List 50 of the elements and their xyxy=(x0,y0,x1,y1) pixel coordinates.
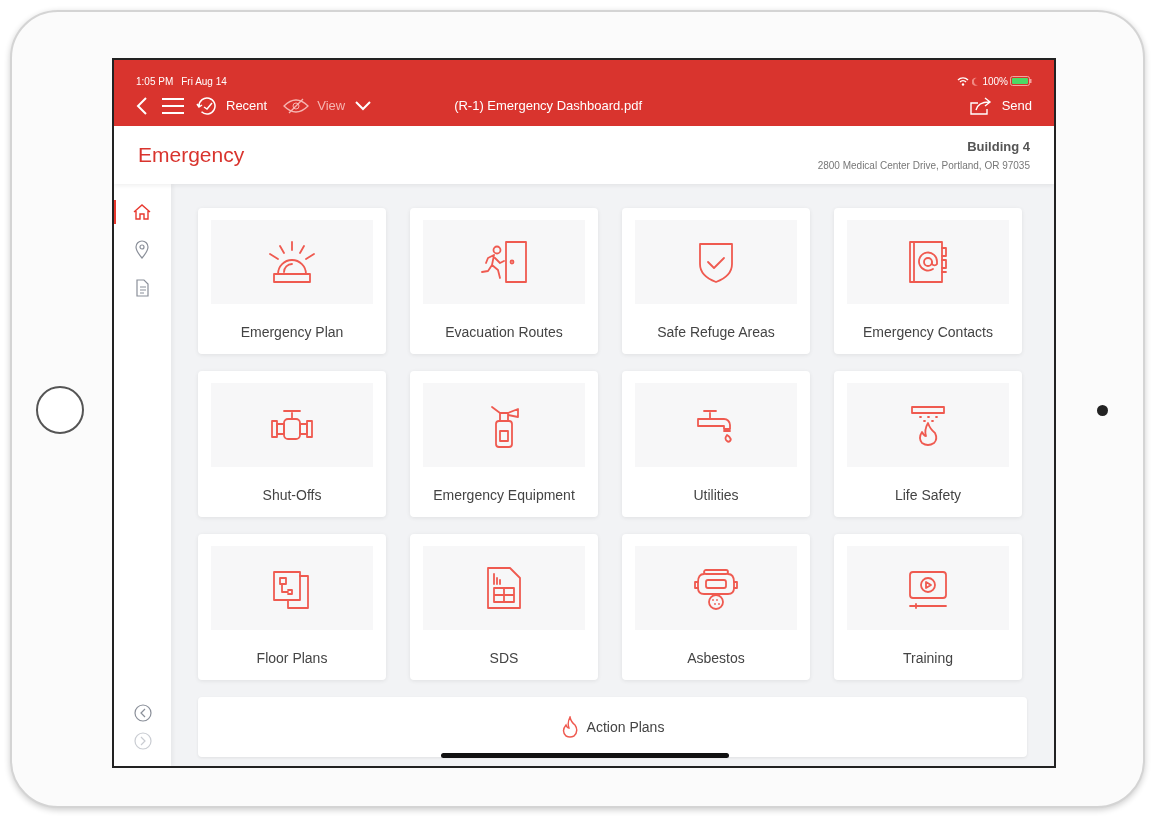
building-address: 2800 Medical Center Drive, Portland, OR 97035 xyxy=(817,159,1030,174)
tile-label: Utilities xyxy=(693,486,739,505)
back-icon[interactable] xyxy=(136,97,148,115)
tile-label: SDS xyxy=(489,649,519,668)
camera xyxy=(1097,405,1108,416)
history-icon xyxy=(196,97,218,115)
category-tile[interactable]: Emergency Equipment xyxy=(410,371,598,517)
battery-percent: 100% xyxy=(982,74,1008,89)
chevron-down-icon[interactable] xyxy=(355,101,372,111)
category-tile[interactable]: Emergency Plan xyxy=(198,208,386,354)
category-tile[interactable]: Floor Plans xyxy=(198,534,386,680)
flame-icon xyxy=(560,716,579,738)
moon-icon xyxy=(972,76,980,86)
page-title: Emergency xyxy=(138,142,245,169)
home-icon[interactable] xyxy=(132,202,152,222)
category-tile[interactable]: Life Safety xyxy=(834,371,1022,517)
previous-icon[interactable] xyxy=(134,704,152,722)
tile-label: Floor Plans xyxy=(256,649,328,668)
status-date: Fri Aug 14 xyxy=(181,74,227,89)
tile-label: Emergency Plan xyxy=(240,323,344,342)
category-tile[interactable]: Emergency Contacts xyxy=(834,208,1022,354)
category-tile[interactable]: Utilities xyxy=(622,371,810,517)
tile-label: Shut-Offs xyxy=(262,486,322,505)
tile-label: Asbestos xyxy=(687,649,745,668)
share-icon xyxy=(969,97,992,115)
running-figure-door-icon xyxy=(478,238,530,286)
building-name: Building 4 xyxy=(967,137,1030,156)
recent-button[interactable]: Recent xyxy=(196,96,268,116)
tile-label: Emergency Contacts xyxy=(863,323,993,342)
category-tile[interactable]: Evacuation Routes xyxy=(410,208,598,354)
action-plans-button[interactable]: Action Plans xyxy=(198,697,1027,757)
category-tile[interactable]: SDS xyxy=(410,534,598,680)
tile-label: Evacuation Routes xyxy=(445,323,563,342)
category-tile[interactable]: Safe Refuge Areas xyxy=(622,208,810,354)
menu-icon[interactable] xyxy=(162,98,184,114)
send-button[interactable]: Send xyxy=(969,96,1032,116)
wifi-icon xyxy=(957,76,970,86)
tile-label: Emergency Equipment xyxy=(433,486,575,505)
tile-label: Safe Refuge Areas xyxy=(657,323,775,342)
category-tile[interactable]: Asbestos xyxy=(622,534,810,680)
document-title: (R-1) Emergency Dashboard.pdf xyxy=(454,97,642,116)
tile-label: Life Safety xyxy=(894,486,962,505)
hidden-eye-icon xyxy=(283,98,310,114)
category-tile[interactable]: Shut-Offs xyxy=(198,371,386,517)
battery-icon xyxy=(1010,76,1032,86)
category-tile[interactable]: Training xyxy=(834,534,1022,680)
tile-label: Training xyxy=(902,649,954,668)
location-pin-icon[interactable] xyxy=(132,240,152,260)
status-time: 1:05 PM xyxy=(136,74,174,89)
siren-icon xyxy=(266,238,318,286)
